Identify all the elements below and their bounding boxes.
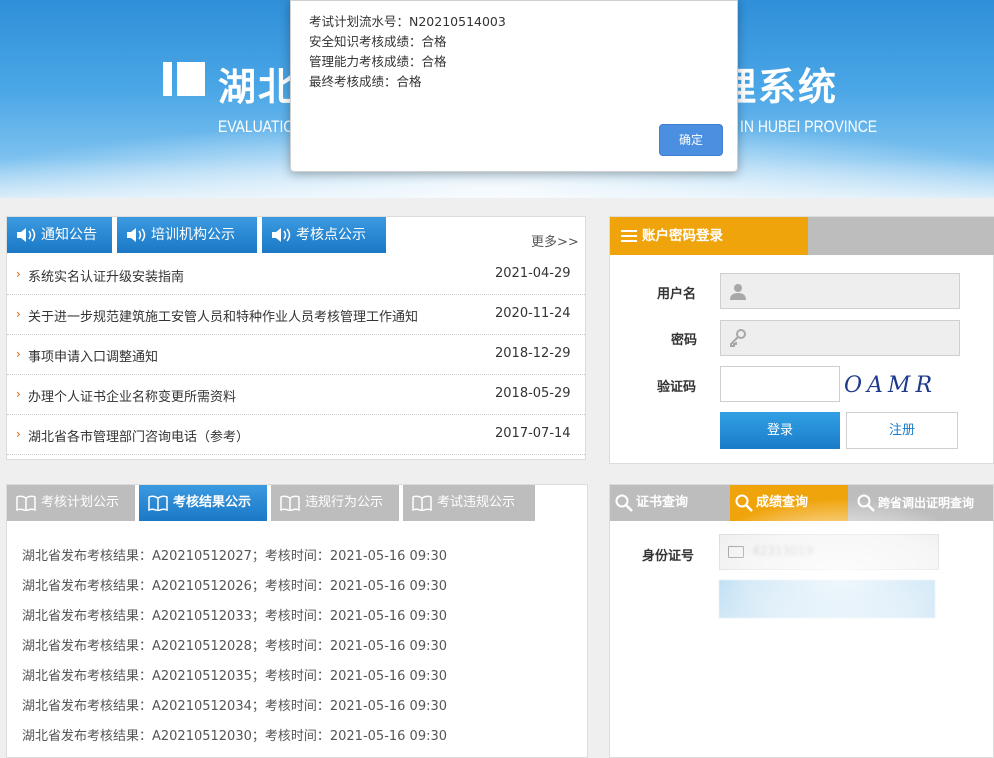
- captcha-input[interactable]: [720, 366, 840, 402]
- book-icon: [148, 495, 168, 511]
- list-item-date: 2021-04-29: [495, 266, 571, 281]
- list-item[interactable]: 湖北省发布考核结果：A20210512027；考核时间：2021-05-16 0…: [22, 545, 447, 564]
- dialog-plan-number: 考试计划流水号：N20210514003: [309, 14, 506, 29]
- list-item[interactable]: 湖北省发布考核结果：A20210512035；考核时间：2021-05-16 0…: [22, 665, 447, 684]
- dialog-final-score: 最终考核成绩：合格: [309, 74, 422, 89]
- tab-exam-plan[interactable]: 考核计划公示: [7, 485, 135, 521]
- tab-exam-sites[interactable]: 考核点公示: [262, 217, 386, 253]
- speaker-icon: [17, 228, 36, 242]
- list-item-title[interactable]: 事项申请入口调整通知: [28, 346, 158, 365]
- register-button[interactable]: 注册: [846, 412, 958, 449]
- captcha-label: 验证码: [657, 380, 697, 395]
- list-item[interactable]: 湖北省发布考核结果：A20210512030；考核时间：2021-05-16 0…: [22, 725, 447, 744]
- tab-label: 培训机构公示: [151, 227, 235, 243]
- list-item[interactable]: › 系统实名认证升级安装指南 2021-04-29: [7, 255, 585, 295]
- list-item[interactable]: 湖北省发布考核结果：A20210512028；考核时间：2021-05-16 0…: [22, 635, 447, 654]
- login-button[interactable]: 登录: [720, 412, 840, 449]
- speaker-icon: [127, 228, 146, 242]
- list-item[interactable]: 湖北省发布考核结果：A20210512026；考核时间：2021-05-16 0…: [22, 575, 447, 594]
- tab-label: 考核点公示: [296, 227, 366, 243]
- notice-panel: 通知公告 培训机构公示 考核点公示 更多>> › 系统实名认证升级安装指南 20…: [6, 216, 586, 460]
- username-input[interactable]: [720, 273, 960, 309]
- list-item-title[interactable]: 湖北省各市管理部门咨询电话（参考）: [28, 426, 249, 445]
- list-item-date: 2018-05-29: [495, 386, 571, 401]
- list-item[interactable]: › 办理个人证书企业名称变更所需资料 2018-05-29: [7, 375, 585, 415]
- tab-exam-results[interactable]: 考核结果公示: [139, 485, 267, 521]
- tab-label: 跨省调出证明查询: [878, 496, 975, 510]
- tab-notice[interactable]: 通知公告: [7, 217, 112, 253]
- dialog-management-score: 管理能力考核成绩：合格: [309, 54, 447, 69]
- id-number-label: 身份证号: [642, 549, 695, 564]
- list-item[interactable]: › 事项申请入口调整通知 2018-12-29: [7, 335, 585, 375]
- tab-label: 考试违规公示: [437, 495, 516, 510]
- result-dialog: 考试计划流水号：N20210514003 安全知识考核成绩：合格 管理能力考核成…: [290, 0, 738, 172]
- key-icon: [730, 329, 746, 347]
- results-panel: 考核计划公示 考核结果公示 违规行为公示 考试违规公示 湖北省发布考核结果：A2…: [6, 484, 588, 758]
- tab-certificate-query[interactable]: 证书查询: [610, 485, 730, 521]
- password-input[interactable]: [720, 320, 960, 356]
- site-title-left: 湖北: [218, 65, 299, 109]
- speaker-icon: [272, 228, 291, 242]
- id-number-value: 42313019: [752, 544, 814, 558]
- search-icon: [735, 494, 753, 512]
- tab-training-institutions[interactable]: 培训机构公示: [117, 217, 257, 253]
- book-icon: [412, 495, 432, 511]
- site-subtitle-right: IN HUBEI PROVINCE: [740, 117, 878, 136]
- list-item[interactable]: 湖北省发布考核结果：A20210512033；考核时间：2021-05-16 0…: [22, 605, 447, 624]
- tab-label: 成绩查询: [756, 495, 809, 510]
- tab-label: 账户密码登录: [642, 228, 723, 244]
- list-item-date: 2017-07-14: [495, 426, 571, 441]
- tab-label: 违规行为公示: [305, 495, 384, 510]
- username-label: 用户名: [657, 287, 697, 302]
- query-panel: 证书查询 成绩查询 跨省调出证明查询: [609, 484, 994, 758]
- arrow-right-icon: ›: [16, 347, 21, 361]
- more-link[interactable]: 更多>>: [531, 231, 579, 250]
- arrow-right-icon: ›: [16, 307, 21, 321]
- search-icon: [615, 494, 633, 512]
- list-item[interactable]: › 关于进一步规范建筑施工安管人员和特种作业人员考核管理工作通知 2020-11…: [7, 295, 585, 335]
- list-item-title[interactable]: 系统实名认证升级安装指南: [28, 266, 184, 285]
- tab-label: 证书查询: [636, 495, 689, 510]
- tab-exam-violations[interactable]: 考试违规公示: [403, 485, 535, 521]
- tab-violations[interactable]: 违规行为公示: [271, 485, 399, 521]
- tab-label: 通知公告: [41, 227, 97, 243]
- logo-icon: [163, 62, 205, 96]
- book-icon: [280, 495, 300, 511]
- tab-label: 考核结果公示: [173, 495, 252, 510]
- list-item-title[interactable]: 办理个人证书企业名称变更所需资料: [28, 386, 236, 405]
- search-icon: [857, 494, 875, 512]
- list-item-date: 2018-12-29: [495, 346, 571, 361]
- list-item[interactable]: 湖北省发布考核结果：A20210512034；考核时间：2021-05-16 0…: [22, 695, 447, 714]
- list-item-title[interactable]: 关于进一步规范建筑施工安管人员和特种作业人员考核管理工作通知: [28, 306, 418, 325]
- list-item[interactable]: › 湖北省各市管理部门咨询电话（参考） 2017-07-14: [7, 415, 585, 455]
- dialog-safety-score: 安全知识考核成绩：合格: [309, 34, 447, 49]
- tab-transfer-proof-query[interactable]: 跨省调出证明查询: [852, 485, 993, 521]
- arrow-right-icon: ›: [16, 267, 21, 281]
- id-card-icon: [728, 546, 744, 558]
- user-icon: [730, 284, 746, 300]
- captcha-image[interactable]: OAMR: [840, 368, 932, 404]
- confirm-button[interactable]: 确定: [659, 124, 723, 156]
- tab-account-login[interactable]: 账户密码登录: [610, 217, 808, 255]
- tab-score-query[interactable]: 成绩查询: [730, 485, 848, 521]
- query-button[interactable]: [719, 580, 935, 618]
- menu-icon: [621, 230, 637, 242]
- book-icon: [16, 495, 36, 511]
- tab-label: 考核计划公示: [41, 495, 120, 510]
- list-item-date: 2020-11-24: [495, 306, 571, 321]
- password-label: 密码: [671, 333, 698, 348]
- arrow-right-icon: ›: [16, 427, 21, 441]
- arrow-right-icon: ›: [16, 387, 21, 401]
- id-number-input[interactable]: 42313019: [719, 534, 939, 570]
